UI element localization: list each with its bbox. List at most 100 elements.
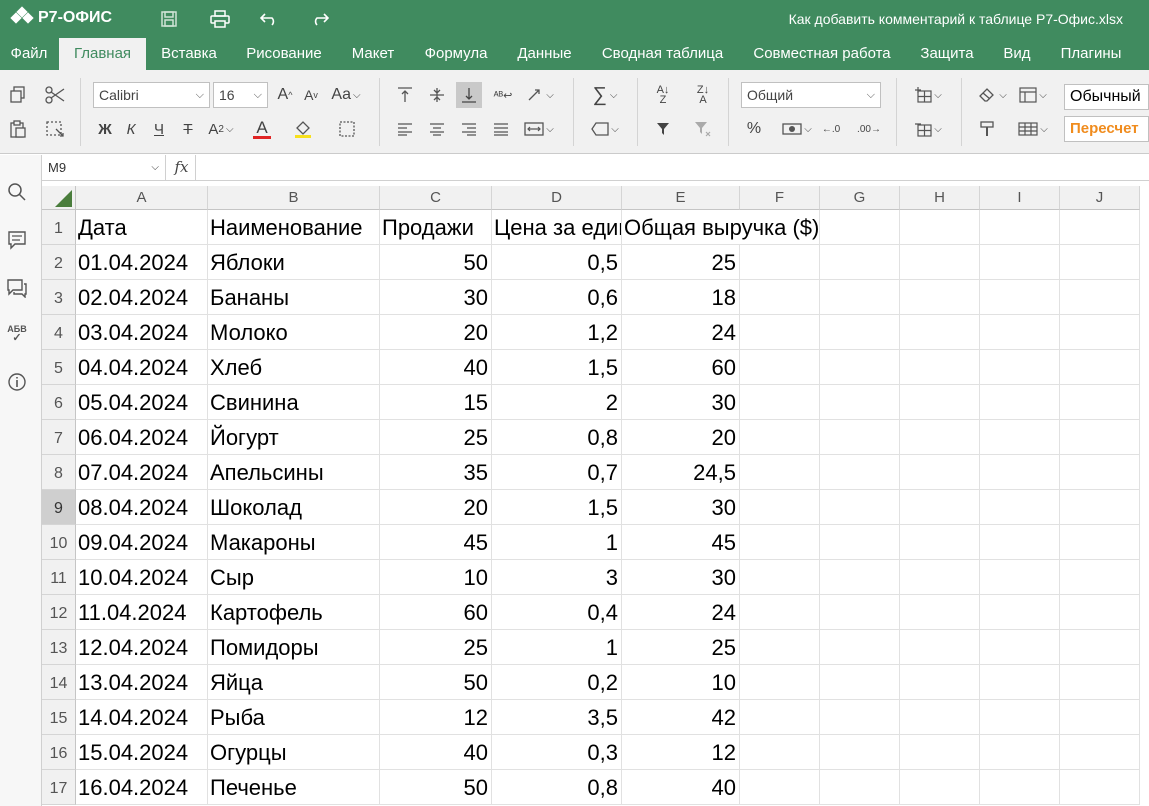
increase-font-icon[interactable]: A ^ [272,82,298,108]
cell-i8[interactable] [980,455,1060,490]
cell-f10[interactable] [740,525,820,560]
cell-h13[interactable] [900,630,980,665]
tab-view[interactable]: Вид [988,38,1046,70]
cell-i3[interactable] [980,280,1060,315]
cell-a11[interactable]: 10.04.2024 [76,560,208,595]
cell-b8[interactable]: Апельсины [208,455,380,490]
cell-a8[interactable]: 07.04.2024 [76,455,208,490]
cell-e1[interactable]: Общая выручка ($) [622,210,819,245]
cell-d5[interactable]: 1,5 [492,350,622,385]
spellcheck-icon[interactable]: АБВ ✓ [4,321,30,347]
cell-e5[interactable]: 60 [622,350,740,385]
clear-icon[interactable]: ⌵ [586,116,624,142]
cell-g9[interactable] [820,490,900,525]
tab-layout[interactable]: Макет [336,38,410,70]
tab-data[interactable]: Данные [502,38,587,70]
cell-b5[interactable]: Хлеб [208,350,380,385]
text-orientation-icon[interactable]: ⌵ [522,82,558,108]
font-color-icon[interactable]: A [244,116,280,142]
cell-a2[interactable]: 01.04.2024 [76,245,208,280]
cell-i15[interactable] [980,700,1060,735]
row-header-4[interactable]: 4 [42,315,76,350]
cell-d7[interactable]: 0,8 [492,420,622,455]
cell-e3[interactable]: 18 [622,280,740,315]
cell-f6[interactable] [740,385,820,420]
cell-a14[interactable]: 13.04.2024 [76,665,208,700]
cell-c15[interactable]: 12 [380,700,492,735]
cell-e8[interactable]: 24,5 [622,455,740,490]
cell-d8[interactable]: 0,7 [492,455,622,490]
cell-h14[interactable] [900,665,980,700]
cell-f15[interactable] [740,700,820,735]
cell-g8[interactable] [820,455,900,490]
row-header-8[interactable]: 8 [42,455,76,490]
sort-descending-icon[interactable]: Z↓ A [690,82,716,108]
cell-d17[interactable]: 0,8 [492,770,622,805]
sort-ascending-icon[interactable]: A↓ Z [650,82,676,108]
font-size-select[interactable]: 16 ⌵ [213,82,268,108]
cell-i4[interactable] [980,315,1060,350]
cell-g17[interactable] [820,770,900,805]
cell-b10[interactable]: Макароны [208,525,380,560]
column-header-e[interactable]: E [622,186,740,210]
cell-d15[interactable]: 3,5 [492,700,622,735]
cell-j8[interactable] [1060,455,1140,490]
percent-icon[interactable]: % [741,116,767,142]
strikethrough-icon[interactable]: T [175,116,201,142]
cell-d14[interactable]: 0,2 [492,665,622,700]
column-header-j[interactable]: J [1060,186,1140,210]
cell-h9[interactable] [900,490,980,525]
cell-f16[interactable] [740,735,820,770]
align-right-icon[interactable] [456,116,482,142]
cell-f2[interactable] [740,245,820,280]
merge-cells-icon[interactable]: ⌵ [520,116,558,142]
cell-c8[interactable]: 35 [380,455,492,490]
select-all-corner[interactable] [42,186,76,210]
cell-h10[interactable] [900,525,980,560]
cell-f12[interactable] [740,595,820,630]
cell-b14[interactable]: Яйца [208,665,380,700]
cell-c9[interactable]: 20 [380,490,492,525]
cell-b11[interactable]: Сыр [208,560,380,595]
cell-a7[interactable]: 06.04.2024 [76,420,208,455]
column-header-a[interactable]: A [76,186,208,210]
cell-g12[interactable] [820,595,900,630]
redo-icon[interactable] [308,7,332,31]
cell-g3[interactable] [820,280,900,315]
info-icon[interactable] [4,369,30,395]
cell-d9[interactable]: 1,5 [492,490,622,525]
save-icon[interactable] [157,7,181,31]
cell-a3[interactable]: 02.04.2024 [76,280,208,315]
cell-e13[interactable]: 25 [622,630,740,665]
cell-i12[interactable] [980,595,1060,630]
cell-b3[interactable]: Бананы [208,280,380,315]
cell-j5[interactable] [1060,350,1140,385]
tab-home[interactable]: Главная [59,38,146,70]
cell-e10[interactable]: 45 [622,525,740,560]
name-box[interactable]: M9 ⌵ [42,155,166,180]
cell-j15[interactable] [1060,700,1140,735]
cell-g16[interactable] [820,735,900,770]
fill-color-icon[interactable] [286,116,322,142]
cell-b13[interactable]: Помидоры [208,630,380,665]
tab-file[interactable]: Файл [0,38,58,70]
align-top-icon[interactable] [392,82,418,108]
row-header-11[interactable]: 11 [42,560,76,595]
column-header-d[interactable]: D [492,186,622,210]
cell-b12[interactable]: Картофель [208,595,380,630]
cell-e4[interactable]: 24 [622,315,740,350]
cell-a16[interactable]: 15.04.2024 [76,735,208,770]
cell-a1[interactable]: Дата [76,210,208,245]
cell-style-recalc[interactable]: Пересчет [1064,116,1149,142]
cell-c14[interactable]: 50 [380,665,492,700]
conditional-format-icon[interactable]: ⌵ [1014,82,1052,108]
cell-h2[interactable] [900,245,980,280]
cell-i16[interactable] [980,735,1060,770]
tab-protection[interactable]: Защита [906,38,988,70]
cell-f8[interactable] [740,455,820,490]
cell-j16[interactable] [1060,735,1140,770]
wrap-text-icon[interactable]: ᴬᴮ↩ [490,82,516,108]
undo-icon[interactable] [257,7,281,31]
cell-i1[interactable] [980,210,1060,245]
cell-d10[interactable]: 1 [492,525,622,560]
